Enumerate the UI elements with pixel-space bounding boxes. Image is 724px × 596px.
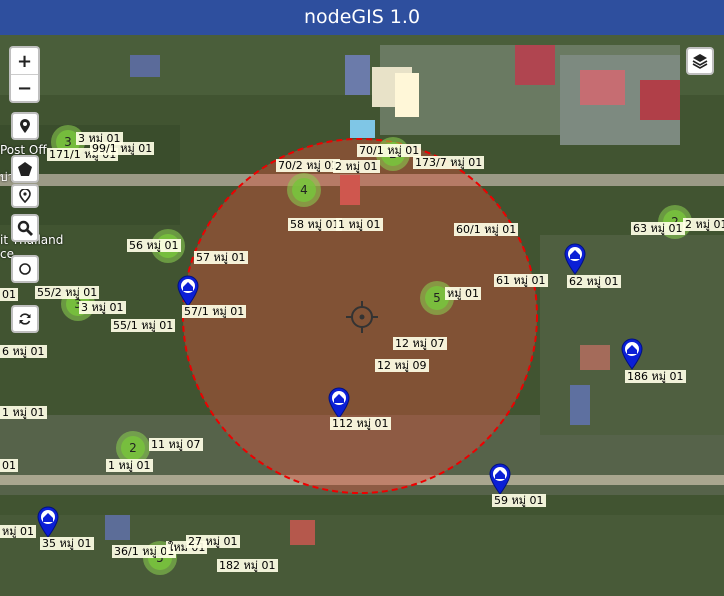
- parcel-label: 63 หมู่ 01: [631, 222, 685, 235]
- parcel-label: 2 หมู่ 01: [683, 218, 724, 231]
- app-root: nodeGIS 1.0 Post Off it ce 3 4 5 3 2 5 3…: [0, 0, 724, 596]
- parcel-label: 1 หมู่ 01: [106, 459, 153, 472]
- parcel-label: 99/1 หมู่ 01: [90, 142, 155, 155]
- zoom-in-button[interactable]: +: [11, 48, 38, 75]
- map-view[interactable]: Post Off บ่วมชิด it Thailand ce 3 2 4 2 …: [0, 35, 724, 596]
- parcel-label: 61 หมู่ 01: [494, 274, 548, 287]
- parcel-label: 01: [0, 288, 18, 301]
- refresh-button[interactable]: [11, 305, 39, 333]
- point-tool-button[interactable]: [11, 184, 39, 208]
- search-button[interactable]: [11, 214, 39, 242]
- app-title: nodeGIS 1.0: [0, 0, 724, 35]
- zoom-control: + −: [9, 46, 40, 103]
- parcel-label: 186 หมู่ 01: [625, 370, 686, 383]
- parcel-label: 35 หมู่ 01: [40, 537, 94, 550]
- parcel-label: 27 หมู่ 01: [186, 535, 240, 548]
- parcel-label: 55/1 หมู่ 01: [111, 319, 176, 332]
- parcel-label: 62 หมู่ 01: [567, 275, 621, 288]
- parcel-label: 12 หมู่ 07: [393, 337, 447, 350]
- parcel-label: 182 หมู่ 01: [217, 559, 278, 572]
- parcel-label: 60/1 หมู่ 01: [454, 223, 519, 236]
- parcel-label: 57 หมู่ 01: [194, 251, 248, 264]
- parcel-label: 3 หมู่ 01: [79, 301, 126, 314]
- parcel-label: 58 หมู่ 01: [288, 218, 342, 231]
- layers-button[interactable]: [686, 47, 714, 75]
- marker-tool-button[interactable]: [11, 112, 39, 140]
- house-pin-icon[interactable]: [327, 387, 351, 419]
- parcel-label: 6 หมู่ 01: [0, 345, 47, 358]
- crosshair-icon: [346, 301, 378, 333]
- house-pin-icon[interactable]: [176, 275, 200, 307]
- zoom-out-button[interactable]: −: [11, 75, 38, 101]
- search-icon: [17, 220, 33, 236]
- pentagon-icon: [18, 162, 32, 176]
- layers-icon: [692, 54, 708, 69]
- refresh-icon: [19, 313, 31, 325]
- parcel-label: 70/1 หมู่ 01: [357, 144, 422, 157]
- house-pin-icon[interactable]: [36, 506, 60, 538]
- parcel-label: หมู่ 01: [445, 287, 481, 300]
- map-pin-icon: [20, 119, 30, 133]
- parcel-label: 70/2 หมู่ 01: [276, 159, 341, 172]
- parcel-label: 56 หมู่ 01: [127, 239, 181, 252]
- parcel-label: 57/1 หมู่ 01: [182, 305, 247, 318]
- polygon-tool-button[interactable]: [11, 155, 39, 183]
- parcel-label: 12 หมู่ 09: [375, 359, 429, 372]
- parcel-label: หมู่ 01: [0, 525, 36, 538]
- circle-tool-button[interactable]: [11, 255, 39, 283]
- parcel-label: 2 หมู่ 01: [333, 160, 380, 173]
- parcel-label: 112 หมู่ 01: [330, 417, 391, 430]
- house-pin-icon[interactable]: [488, 463, 512, 495]
- cluster-marker[interactable]: 4: [287, 173, 321, 207]
- circle-icon: [19, 263, 31, 275]
- parcel-label: 01: [0, 459, 18, 472]
- parcel-label: 55/2 หมู่ 01: [35, 286, 100, 299]
- parcel-label: 1 หมู่ 01: [336, 218, 383, 231]
- parcel-label: 59 หมู่ 01: [492, 494, 546, 507]
- house-pin-icon[interactable]: [563, 243, 587, 275]
- house-pin-icon[interactable]: [620, 338, 644, 370]
- parcel-label: 1 หมู่ 01: [0, 406, 47, 419]
- location-icon: [19, 189, 31, 203]
- parcel-label: 173/7 หมู่ 01: [413, 156, 485, 169]
- parcel-label: 11 หมู่ 07: [149, 438, 203, 451]
